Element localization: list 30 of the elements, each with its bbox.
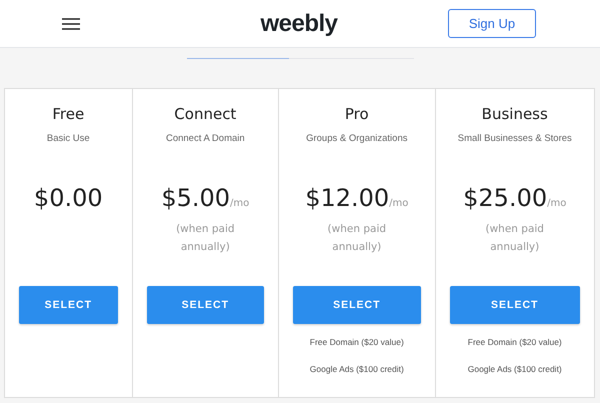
- tab-underline[interactable]: [186, 58, 288, 59]
- plan-name: Pro: [344, 105, 369, 123]
- plan-price: $12.00: [305, 184, 390, 212]
- plan-feature: Free Domain ($20 value): [310, 337, 404, 347]
- plan-name: Business: [482, 105, 548, 123]
- price-unit: /mo: [547, 198, 566, 209]
- menu-icon[interactable]: [62, 18, 80, 30]
- logo[interactable]: weebly: [260, 10, 338, 38]
- plan-subtitle: Groups & Organizations: [306, 133, 408, 144]
- sign-up-button[interactable]: Sign Up: [448, 9, 536, 38]
- select-button[interactable]: SELECT: [450, 286, 580, 324]
- plan-feature: Google Ads ($100 credit): [468, 364, 562, 374]
- price-unit: /mo: [230, 198, 250, 209]
- plan-price: $0.00: [34, 184, 103, 212]
- select-button[interactable]: SELECT: [146, 286, 264, 324]
- select-button[interactable]: SELECT: [293, 286, 421, 324]
- plan-feature: Free Domain ($20 value): [468, 337, 562, 347]
- billing-note: (when paid annually): [175, 222, 236, 255]
- plan-name: Connect: [174, 105, 236, 123]
- plan-subtitle: Basic Use: [46, 133, 90, 144]
- plan-subtitle: Small Businesses & Stores: [458, 133, 572, 144]
- billing-note: (when paid annually): [326, 222, 388, 255]
- plan-subtitle: Connect A Domain: [166, 133, 245, 144]
- price-unit: /mo: [389, 198, 408, 209]
- plan-name: Free: [52, 105, 84, 123]
- billing-note: (when paid annually): [484, 222, 545, 255]
- select-button[interactable]: SELECT: [19, 286, 118, 324]
- plan-feature: Google Ads ($100 credit): [310, 364, 404, 374]
- plan-price: $5.00: [161, 184, 230, 212]
- plan-price: $25.00: [463, 184, 548, 212]
